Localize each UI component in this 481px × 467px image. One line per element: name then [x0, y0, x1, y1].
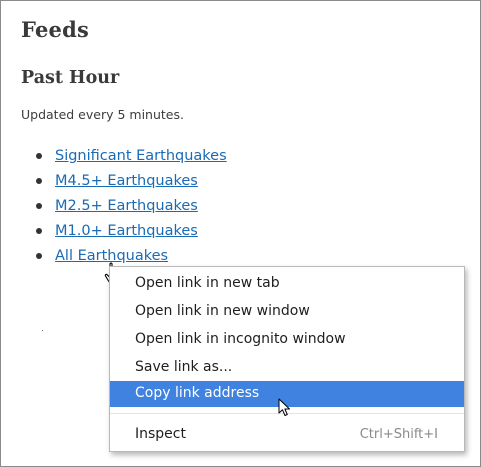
menu-item-open-incognito[interactable]: Open link in incognito window — [110, 327, 464, 353]
list-item: Significant Earthquakes — [1, 145, 227, 170]
feed-list: Significant Earthquakes M4.5+ Earthquake… — [1, 145, 227, 270]
menu-item-shortcut: Ctrl+Shift+I — [359, 427, 438, 442]
menu-item-label: Open link in new window — [135, 303, 310, 319]
menu-item-open-new-tab[interactable]: Open link in new tab — [110, 271, 464, 297]
feed-link-m25[interactable]: M2.5+ Earthquakes — [55, 198, 198, 214]
list-item: M2.5+ Earthquakes — [1, 195, 227, 220]
menu-item-label: Open link in new tab — [135, 275, 280, 291]
bullet — [36, 203, 42, 209]
menu-item-open-new-window[interactable]: Open link in new window — [110, 299, 464, 325]
feed-link-m10[interactable]: M1.0+ Earthquakes — [55, 223, 198, 239]
bullet — [36, 253, 42, 259]
menu-item-label: Copy link address — [135, 385, 260, 401]
menu-item-save-link-as[interactable]: Save link as... — [110, 355, 464, 381]
bullet — [36, 228, 42, 234]
menu-item-label: Open link in incognito window — [135, 331, 346, 347]
menu-item-label: Save link as... — [135, 359, 233, 375]
feed-link-m45[interactable]: M4.5+ Earthquakes — [55, 173, 198, 189]
section-title: Past Hour — [21, 68, 120, 88]
feed-link-significant[interactable]: Significant Earthquakes — [55, 148, 227, 164]
stray-dot — [42, 330, 43, 331]
list-item: M1.0+ Earthquakes — [1, 220, 227, 245]
list-item: M4.5+ Earthquakes — [1, 170, 227, 195]
update-note: Updated every 5 minutes. — [21, 107, 184, 122]
bullet — [36, 153, 42, 159]
bullet — [36, 178, 42, 184]
context-menu: Open link in new tab Open link in new wi… — [109, 266, 465, 452]
page-title: Feeds — [21, 17, 89, 42]
arrow-pointer-icon — [278, 398, 290, 416]
menu-item-inspect[interactable]: Inspect Ctrl+Shift+I — [110, 422, 464, 448]
menu-item-label: Inspect — [135, 426, 186, 442]
